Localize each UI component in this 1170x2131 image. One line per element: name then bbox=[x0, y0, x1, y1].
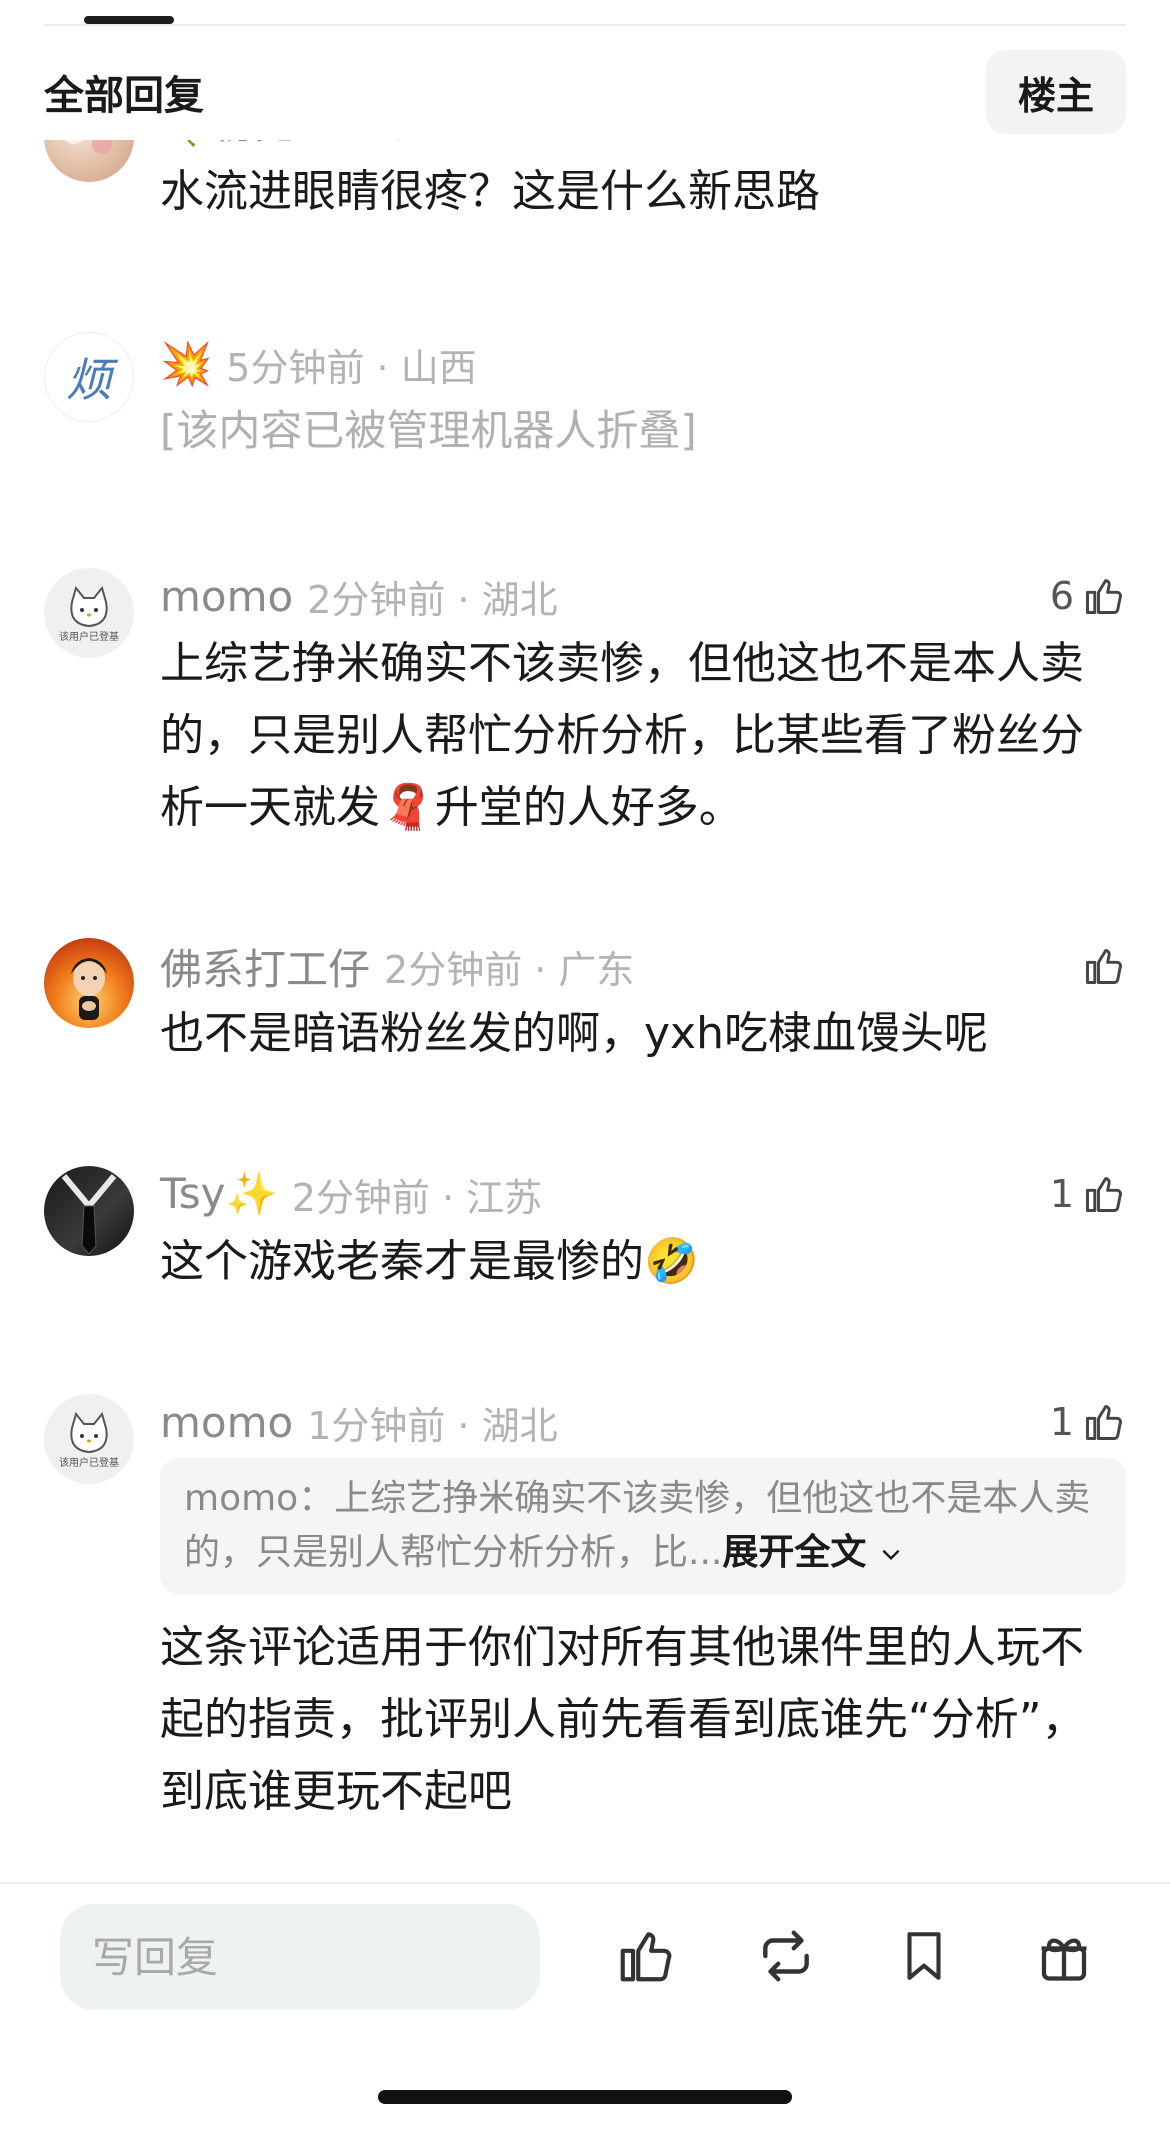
avatar[interactable] bbox=[44, 1166, 134, 1256]
suit-tie-icon bbox=[61, 1174, 117, 1255]
comment-text: 也不是暗语粉丝发的啊，yxh吃棣血馒头呢 bbox=[160, 1008, 988, 1059]
like-count: 1 bbox=[1049, 1172, 1074, 1216]
like-count: 1 bbox=[1049, 1400, 1074, 1444]
comment-text: 水流进眼睛很疼？这是什么新思路 bbox=[160, 166, 820, 217]
like-button[interactable]: 6 bbox=[1050, 568, 1126, 624]
comment-meta: momo 1分钟前 · 湖北 bbox=[160, 1394, 1126, 1450]
username[interactable]: 💥 bbox=[160, 339, 212, 389]
expand-full-text-link[interactable]: 展开全文 bbox=[722, 1532, 866, 1573]
like-button[interactable]: 1 bbox=[1050, 1394, 1126, 1450]
bottom-action-bar bbox=[0, 1884, 1170, 2044]
timestamp-location: 2分钟前 · 江苏 bbox=[291, 1175, 543, 1220]
username[interactable]: 佛系打工仔 bbox=[160, 936, 370, 997]
comment-meta: momo 2分钟前 · 湖北 bbox=[160, 568, 1126, 624]
username[interactable]: momo bbox=[160, 572, 293, 621]
comment-text: 上综艺挣米确实不该卖惨，但他这也不是本人卖的，只是别人帮忙分析分析，比某些看了粉… bbox=[160, 638, 1084, 833]
replies-header: 全部回复 楼主 bbox=[0, 44, 1170, 140]
op-only-button[interactable]: 楼主 bbox=[985, 50, 1126, 134]
reply-input[interactable] bbox=[60, 1904, 540, 2010]
timestamp-location: 2分钟前 · 广东 bbox=[384, 947, 635, 992]
timestamp-location: 2分钟前 · 湖北 bbox=[307, 577, 558, 622]
bookmark-icon[interactable] bbox=[888, 1920, 960, 1992]
folded-notice: [该内容已被管理机器人折叠] bbox=[160, 406, 697, 455]
repost-icon[interactable] bbox=[750, 1920, 822, 1992]
avatar[interactable]: 烦 bbox=[44, 332, 134, 422]
avatar[interactable] bbox=[44, 938, 134, 1028]
chevron-down-icon bbox=[882, 1549, 900, 1561]
person-illustration-icon bbox=[71, 958, 107, 1020]
thumbs-up-icon bbox=[1086, 579, 1122, 614]
username[interactable]: momo bbox=[160, 1398, 293, 1447]
top-divider bbox=[44, 24, 1126, 26]
thumbs-up-icon bbox=[1086, 1405, 1122, 1440]
quoted-reply[interactable]: momo：上综艺挣米确实不该卖惨，但他这也不是本人卖的，只是别人帮忙分析分析，比… bbox=[160, 1458, 1126, 1594]
like-count: 6 bbox=[1049, 574, 1074, 618]
quote-author: momo： bbox=[184, 1478, 335, 1519]
cat-icon bbox=[70, 1411, 108, 1453]
cat-icon bbox=[70, 585, 108, 627]
avatar-badge: 该用户已登基 bbox=[59, 1457, 119, 1469]
avatar[interactable]: 该用户已登基 bbox=[44, 1394, 134, 1484]
thumbs-up-icon bbox=[1086, 1177, 1122, 1212]
avatar-badge: 该用户已登基 bbox=[59, 631, 119, 643]
home-indicator[interactable] bbox=[378, 2090, 792, 2104]
handwriting-avatar-glyph: 烦 bbox=[66, 353, 112, 407]
thumbs-up-icon[interactable] bbox=[610, 1920, 682, 1992]
comment-meta: Tsy✨ 2分钟前 · 江苏 bbox=[160, 1166, 1126, 1222]
thumbs-up-icon bbox=[1086, 949, 1122, 984]
comment-text: 这个游戏老秦才是最惨的🤣 bbox=[160, 1236, 699, 1287]
username[interactable]: Tsy✨ bbox=[160, 1169, 278, 1219]
timestamp-location: 1分钟前 · 湖北 bbox=[307, 1403, 558, 1448]
comment-meta: 佛系打工仔 2分钟前 · 广东 bbox=[160, 938, 1126, 994]
avatar[interactable]: 该用户已登基 bbox=[44, 568, 134, 658]
scroll-indicator bbox=[84, 16, 174, 24]
comment-meta: 💥 5分钟前 · 山西 bbox=[160, 336, 1126, 392]
like-button[interactable] bbox=[1074, 938, 1126, 994]
like-button[interactable]: 1 bbox=[1050, 1166, 1126, 1222]
comment-list[interactable]: 🍀初见 5分钟前 · 重庆 5 水流进眼睛很疼？这是什么新思路 烦 💥 5分钟前… bbox=[0, 120, 1170, 1881]
timestamp-location: 5分钟前 · 山西 bbox=[226, 345, 477, 390]
gift-icon[interactable] bbox=[1028, 1920, 1100, 1992]
comment-text: 这条评论适用于你们对所有其他课件里的人玩不起的指责，批评别人前先看看到底谁先“分… bbox=[160, 1622, 1086, 1817]
page-title: 全部回复 bbox=[44, 73, 204, 119]
